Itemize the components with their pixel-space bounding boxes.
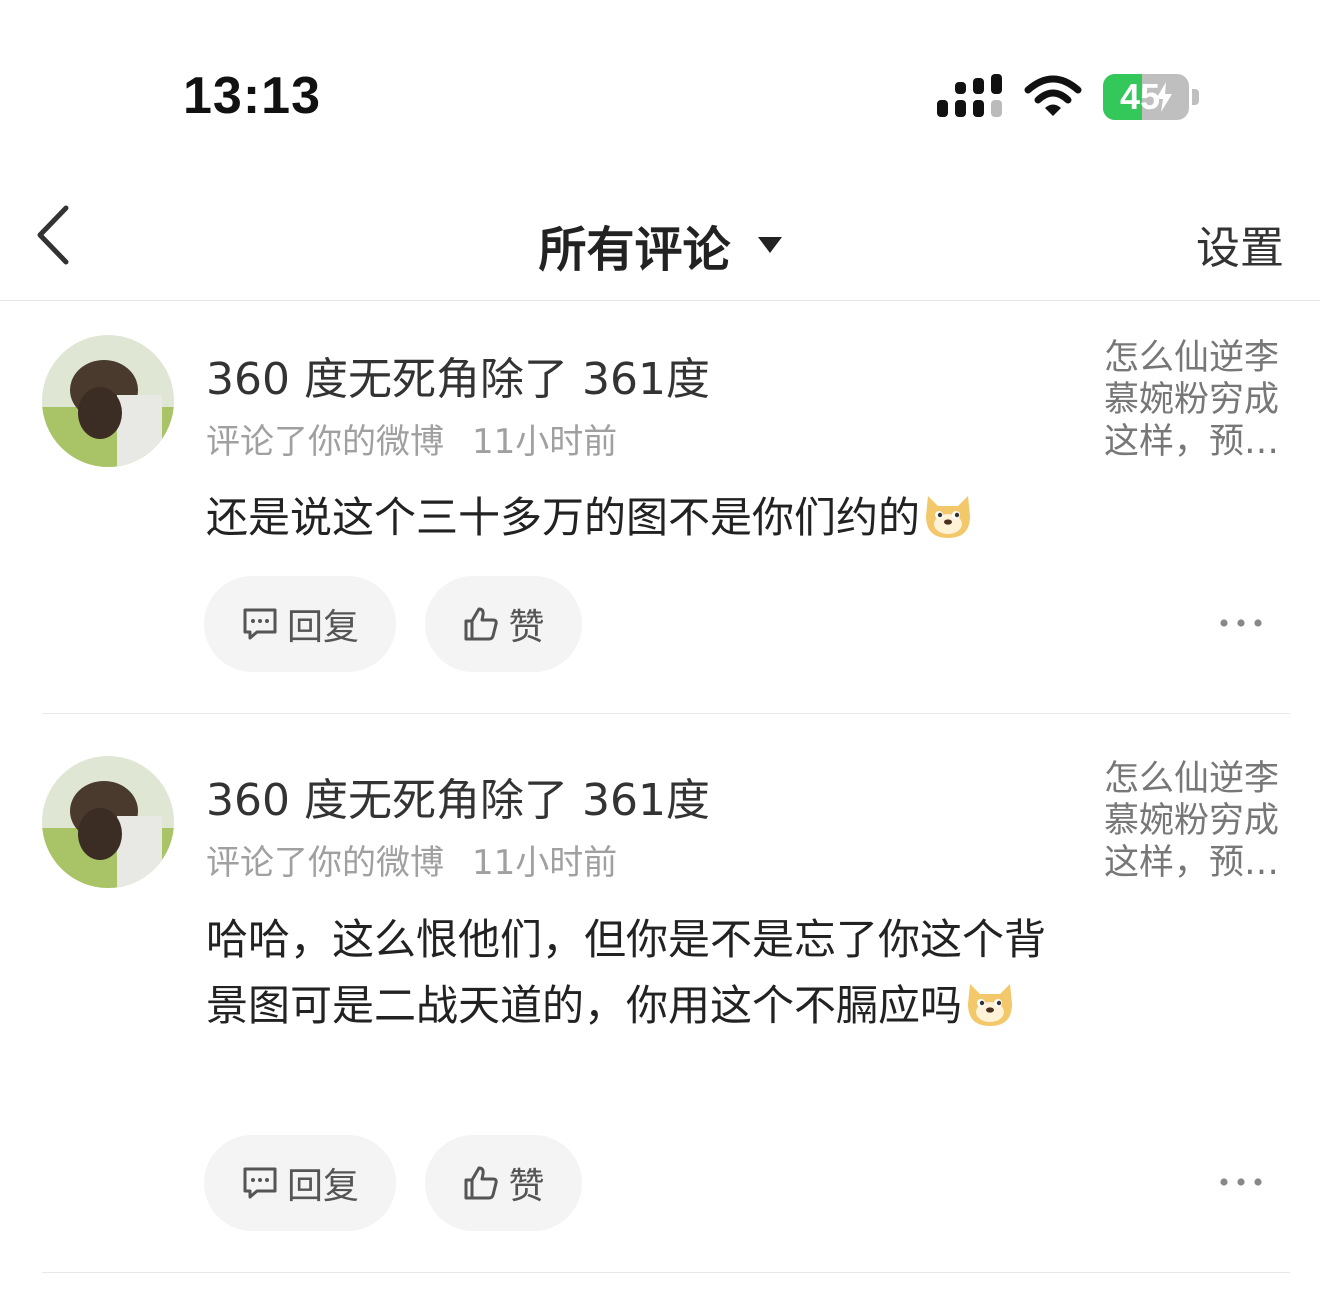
weibo-preview[interactable]: 怎么仙逆李慕婉粉穷成这样，预… [1104, 337, 1290, 463]
comment-text: 还是说这个三十多万的图不是你们约的 [206, 493, 921, 542]
battery-icon: 45 [1103, 74, 1199, 120]
like-label: 赞 [508, 607, 545, 648]
more-dots-icon[interactable] [1218, 1174, 1264, 1190]
comment-time: 11小时前 [472, 422, 618, 462]
thumbs-up-icon [464, 607, 499, 641]
comment-meta: 评论了你的微博 11小时前 [206, 835, 617, 884]
comment-icon [243, 608, 277, 640]
page-title: 所有评论 [538, 222, 731, 278]
divider [42, 713, 1290, 714]
thumbs-up-icon [464, 1166, 499, 1200]
status-time: 13:13 [183, 67, 321, 125]
nav-bar: 所有评论 设置 [0, 190, 1320, 301]
avatar[interactable] [42, 335, 174, 467]
reply-label: 回复 [286, 1166, 359, 1207]
comment-content[interactable]: 还是说这个三十多万的图不是你们约的 [206, 485, 1066, 551]
more-dots-icon[interactable] [1218, 615, 1264, 631]
signal-icon [937, 74, 1002, 117]
doge-emoji [926, 496, 971, 538]
doge-emoji [968, 984, 1013, 1026]
like-button[interactable]: 赞 [425, 1135, 582, 1231]
reply-button[interactable]: 回复 [204, 576, 396, 672]
like-label: 赞 [508, 1166, 545, 1207]
comment-action: 评论了你的微博 [206, 843, 444, 883]
caret-down-icon [757, 237, 782, 253]
comment-username[interactable]: 360 度无死角除了 361度 [206, 343, 710, 407]
page-title-dropdown[interactable]: 所有评论 [0, 210, 1320, 280]
divider [42, 1272, 1290, 1273]
reply-button[interactable]: 回复 [204, 1135, 396, 1231]
comment-content[interactable]: 哈哈，这么恨他们，但你是不是忘了你这个背景图可是二战天道的，你用这个不膈应吗 [206, 907, 1066, 1039]
wifi-icon [1024, 75, 1082, 116]
comment-icon [243, 1167, 277, 1199]
comment-action: 评论了你的微博 [206, 422, 444, 462]
comment-meta: 评论了你的微博 11小时前 [206, 414, 617, 463]
like-button[interactable]: 赞 [425, 576, 582, 672]
comment-username[interactable]: 360 度无死角除了 361度 [206, 764, 710, 828]
weibo-preview[interactable]: 怎么仙逆李慕婉粉穷成这样，预… [1104, 758, 1290, 884]
battery-level: 45 [1119, 76, 1161, 117]
charging-bolt-icon [1156, 82, 1172, 112]
comment-time: 11小时前 [472, 843, 618, 883]
reply-label: 回复 [286, 607, 359, 648]
status-bar: 13:13 45 [0, 0, 1320, 190]
comment-text: 哈哈，这么恨他们，但你是不是忘了你这个背景图可是二战天道的，你用这个不膈应吗 [206, 915, 1047, 1030]
avatar[interactable] [42, 756, 174, 888]
settings-button[interactable]: 设置 [1196, 212, 1284, 276]
